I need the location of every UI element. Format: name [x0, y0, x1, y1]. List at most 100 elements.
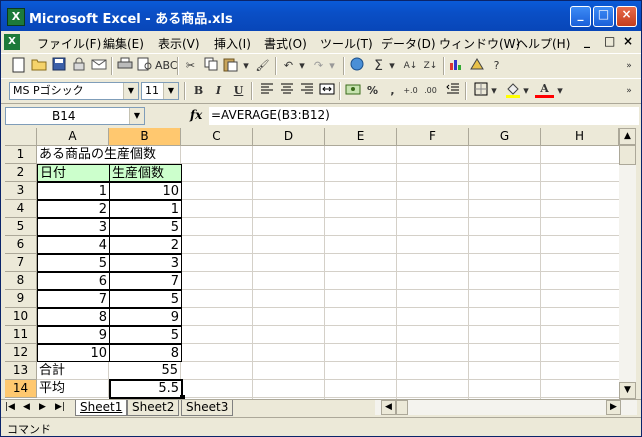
autosum-icon[interactable]: Σ	[369, 57, 388, 75]
spelling-icon[interactable]: ABC	[155, 57, 178, 75]
name-box[interactable]: B14 ▼	[5, 107, 145, 125]
tab-sheet3[interactable]: Sheet3	[181, 400, 234, 416]
scroll-thumb-horizontal[interactable]	[396, 400, 408, 415]
merge-center-icon[interactable]	[317, 82, 336, 100]
align-left-icon[interactable]	[257, 82, 276, 100]
row-header[interactable]: 8	[5, 272, 37, 290]
new-icon[interactable]	[9, 57, 28, 75]
last-sheet-icon[interactable]: ▶|	[55, 402, 65, 412]
autosum-dropdown-icon[interactable]: ▾	[387, 57, 397, 75]
cell-a1[interactable]: ある商品の生産個数	[37, 146, 156, 164]
sort-descending-icon[interactable]: Z↓	[421, 57, 440, 75]
cell-b8[interactable]: 7	[109, 272, 182, 290]
row-header[interactable]: 9	[5, 290, 37, 308]
cell-b14-active[interactable]: 5.5	[109, 379, 183, 399]
drawing-icon[interactable]	[467, 57, 486, 75]
cell-b3[interactable]: 10	[109, 182, 182, 200]
tab-sheet2[interactable]: Sheet2	[127, 400, 180, 416]
scroll-up-icon[interactable]: ▲	[619, 128, 636, 145]
bold-button[interactable]: B	[189, 82, 208, 100]
increase-decimal-button[interactable]: +.0	[401, 82, 420, 100]
menu-file[interactable]: ファイル(F)	[37, 35, 101, 52]
excel-icon[interactable]: X	[7, 8, 25, 26]
cell-a2[interactable]: 日付	[37, 164, 110, 182]
column-header-f[interactable]: F	[397, 128, 469, 146]
cell-a3[interactable]: 1	[37, 182, 110, 200]
cell-b1[interactable]	[109, 146, 181, 164]
row-header[interactable]: 11	[5, 326, 37, 344]
scroll-thumb[interactable]	[619, 145, 636, 165]
paste-icon[interactable]	[221, 57, 240, 75]
cell-b11[interactable]: 5	[109, 326, 182, 344]
fill-color-dropdown-icon[interactable]: ▾	[521, 82, 531, 100]
cell-b5[interactable]: 5	[109, 218, 182, 236]
formula-input[interactable]: =AVERAGE(B3:B12)	[209, 107, 639, 125]
row-header[interactable]: 3	[5, 182, 37, 200]
row-header[interactable]: 13	[5, 362, 37, 380]
cell-a9[interactable]: 7	[37, 290, 110, 308]
workbook-icon[interactable]: X	[4, 34, 20, 50]
mdi-restore-button[interactable]: □	[604, 34, 615, 48]
first-sheet-icon[interactable]: |◀	[5, 402, 15, 412]
print-preview-icon[interactable]	[135, 57, 154, 75]
next-sheet-icon[interactable]: ▶	[39, 402, 46, 412]
cell-b10[interactable]: 9	[109, 308, 182, 326]
italic-button[interactable]: I	[209, 82, 228, 100]
cell-a5[interactable]: 3	[37, 218, 110, 236]
vertical-scrollbar[interactable]: ▲ ▼	[619, 128, 636, 399]
minimize-button[interactable]: _	[570, 6, 591, 27]
cell-a11[interactable]: 9	[37, 326, 110, 344]
toolbar-options-icon[interactable]: »	[623, 57, 635, 75]
decrease-decimal-button[interactable]: .00	[421, 82, 440, 100]
font-size-select[interactable]: 11 ▼	[141, 82, 179, 100]
format-painter-icon[interactable]: 🖌	[253, 57, 272, 75]
row-header[interactable]: 7	[5, 254, 37, 272]
currency-icon[interactable]	[343, 82, 362, 100]
undo-icon[interactable]: ↶	[279, 57, 298, 75]
row-header[interactable]: 5	[5, 218, 37, 236]
hyperlink-icon[interactable]	[347, 57, 366, 75]
cell-a10[interactable]: 8	[37, 308, 110, 326]
cell-a8[interactable]: 6	[37, 272, 110, 290]
worksheet-grid[interactable]: A B C D E F G H 1 2 3 4 5 6 7 8 9 10 11 …	[5, 128, 619, 399]
borders-dropdown-icon[interactable]: ▾	[489, 82, 499, 100]
column-header-h[interactable]: H	[541, 128, 619, 146]
menu-edit[interactable]: 編集(E)	[103, 35, 144, 52]
cell-a7[interactable]: 5	[37, 254, 110, 272]
cell-a13[interactable]: 合計	[37, 362, 109, 380]
cell-a12[interactable]: 10	[37, 344, 110, 362]
column-header-a[interactable]: A	[37, 128, 109, 146]
cell-b13[interactable]: 55	[109, 362, 181, 380]
scroll-down-icon[interactable]: ▼	[619, 382, 636, 399]
sort-ascending-icon[interactable]: A↓	[401, 57, 420, 75]
save-icon[interactable]	[49, 57, 68, 75]
close-button[interactable]: ×	[616, 6, 637, 27]
maximize-button[interactable]: □	[593, 6, 614, 27]
row-header[interactable]: 1	[5, 146, 37, 164]
mdi-close-button[interactable]: ×	[623, 34, 633, 48]
mdi-minimize-button[interactable]: _	[584, 34, 590, 48]
menu-help[interactable]: ヘルプ(H)	[516, 35, 570, 52]
menu-insert[interactable]: 挿入(I)	[214, 35, 251, 52]
column-header-d[interactable]: D	[253, 128, 325, 146]
cut-icon[interactable]: ✂	[181, 57, 200, 75]
permission-icon[interactable]	[69, 57, 88, 75]
column-header-g[interactable]: G	[469, 128, 541, 146]
menu-tools[interactable]: ツール(T)	[320, 35, 373, 52]
cell-b12[interactable]: 8	[109, 344, 182, 362]
borders-icon[interactable]	[471, 82, 490, 100]
chevron-down-icon[interactable]: ▼	[163, 83, 178, 99]
row-header[interactable]: 14	[5, 380, 37, 398]
chevron-down-icon[interactable]: ▼	[129, 108, 144, 124]
cell-a4[interactable]: 2	[37, 200, 110, 218]
undo-dropdown-icon[interactable]: ▾	[297, 57, 307, 75]
cell-b9[interactable]: 5	[109, 290, 182, 308]
cell-b4[interactable]: 1	[109, 200, 182, 218]
paste-dropdown-icon[interactable]: ▾	[241, 57, 251, 75]
row-header[interactable]: 4	[5, 200, 37, 218]
copy-icon[interactable]	[201, 57, 220, 75]
prev-sheet-icon[interactable]: ◀	[23, 402, 30, 412]
toolbar-options-icon[interactable]: »	[623, 82, 635, 100]
menu-format[interactable]: 書式(O)	[264, 35, 307, 52]
font-name-select[interactable]: MS Pゴシック ▼	[9, 82, 139, 100]
